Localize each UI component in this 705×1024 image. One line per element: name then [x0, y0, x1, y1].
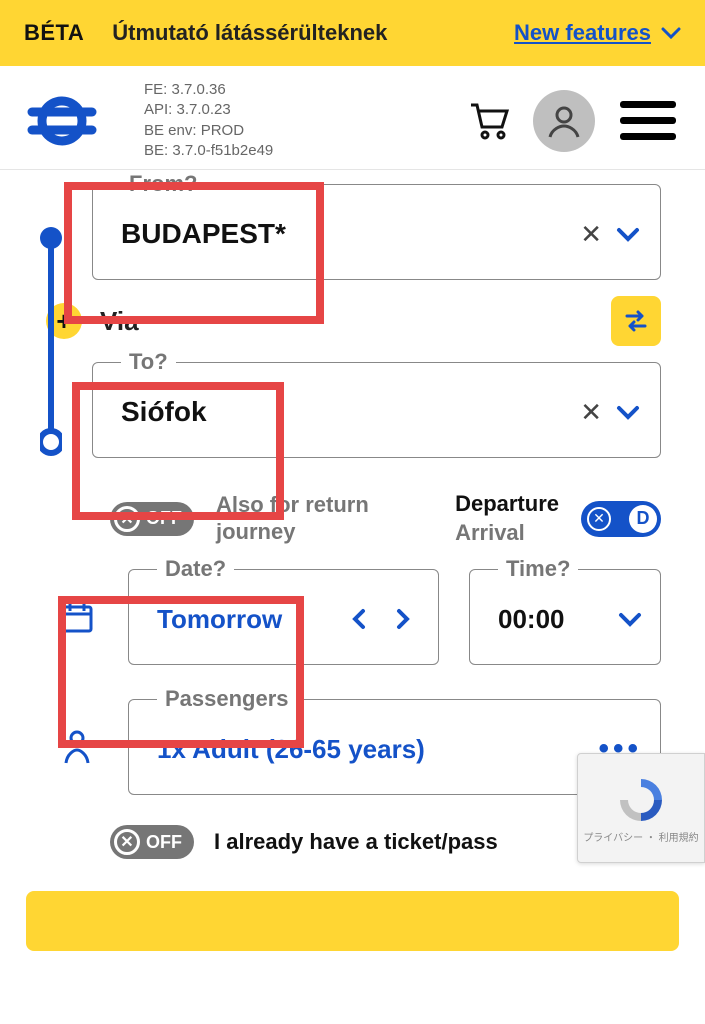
from-field[interactable]: From? BUDAPEST* ✕: [92, 184, 661, 280]
passengers-value: 1x Adult (26-65 years): [157, 734, 598, 765]
new-features-label: New features: [514, 20, 651, 46]
account-icon[interactable]: [533, 90, 595, 152]
to-value: Siófok: [121, 396, 580, 428]
close-icon: ✕: [114, 506, 140, 532]
api-version: API: 3.7.0.23: [144, 100, 273, 120]
passengers-label: Passengers: [157, 686, 297, 712]
chevron-down-icon[interactable]: [616, 226, 640, 242]
have-ticket-label: I already have a ticket/pass: [214, 829, 498, 855]
date-value: Tomorrow: [157, 604, 342, 635]
passengers-row: Passengers 1x Adult (26-65 years) •••: [56, 699, 661, 795]
departure-label: Departure: [455, 490, 559, 519]
hamburger-menu-icon[interactable]: [617, 97, 679, 145]
date-next-button[interactable]: [386, 602, 420, 636]
via-label: Via: [100, 306, 139, 337]
to-field[interactable]: To? Siófok ✕: [92, 362, 661, 458]
recaptcha-terms[interactable]: プライバシー ・ 利用規約: [583, 829, 698, 844]
swap-icon: [621, 306, 651, 336]
time-field[interactable]: Time? 00:00: [469, 569, 661, 665]
from-value: BUDAPEST*: [121, 218, 580, 250]
time-label: Time?: [498, 556, 578, 582]
departure-arrival-toggle[interactable]: ✕ D: [581, 501, 661, 537]
date-label: Date?: [157, 556, 234, 582]
cart-icon[interactable]: [467, 99, 511, 143]
via-row: + Via: [46, 294, 661, 348]
toggle-off-label: OFF: [146, 832, 182, 853]
app-header: FE: 3.7.0.36 API: 3.7.0.23 BE env: PROD …: [0, 66, 705, 170]
to-label: To?: [121, 349, 176, 375]
from-clear-icon[interactable]: ✕: [580, 219, 602, 250]
date-prev-button[interactable]: [342, 602, 376, 636]
toggle-off-label: OFF: [146, 508, 182, 529]
time-value: 00:00: [498, 604, 565, 635]
swap-stations-button[interactable]: [611, 296, 661, 346]
be-env: BE env: PROD: [144, 121, 273, 141]
from-label: From?: [121, 171, 205, 197]
accessibility-guide-link[interactable]: Útmutató látássérülteknek: [112, 20, 387, 46]
to-clear-icon[interactable]: ✕: [580, 397, 602, 428]
beta-badge: BÉTA: [24, 20, 84, 46]
mav-logo[interactable]: [26, 87, 122, 155]
search-form: From? BUDAPEST* ✕ + Via To? Siófok ✕ ✕ O…: [0, 170, 705, 869]
options-row: ✕ OFF Also for return journey Departure …: [110, 490, 661, 547]
version-info: FE: 3.7.0.36 API: 3.7.0.23 BE env: PROD …: [144, 80, 273, 161]
recaptcha-badge: プライバシー ・ 利用規約: [577, 753, 705, 863]
calendar-icon: [56, 569, 98, 665]
return-journey-toggle[interactable]: ✕ OFF: [110, 502, 194, 536]
person-icon: [56, 699, 98, 795]
chevron-right-icon: [395, 608, 411, 630]
chevron-down-icon: [661, 26, 681, 40]
chevron-down-icon[interactable]: [618, 611, 642, 627]
datetime-row: Date? Tomorrow Time? 00:00: [56, 569, 661, 665]
arrival-label: Arrival: [455, 519, 559, 548]
close-icon: ✕: [114, 829, 140, 855]
search-button[interactable]: [26, 891, 679, 951]
new-features-link[interactable]: New features: [514, 20, 681, 46]
date-field[interactable]: Date? Tomorrow: [128, 569, 439, 665]
return-journey-label: Also for return journey: [216, 492, 376, 545]
toggle-d-label: D: [629, 505, 657, 533]
have-ticket-toggle[interactable]: ✕ OFF: [110, 825, 194, 859]
route-line-icon: [40, 224, 62, 464]
beta-banner: BÉTA Útmutató látássérülteknek New featu…: [0, 0, 705, 66]
close-icon: ✕: [587, 507, 611, 531]
chevron-left-icon: [351, 608, 367, 630]
fe-version: FE: 3.7.0.36: [144, 80, 273, 100]
departure-arrival-labels: Departure Arrival: [455, 490, 559, 547]
recaptcha-icon: [614, 773, 668, 827]
chevron-down-icon[interactable]: [616, 404, 640, 420]
be-version: BE: 3.7.0-f51b2e49: [144, 141, 273, 161]
